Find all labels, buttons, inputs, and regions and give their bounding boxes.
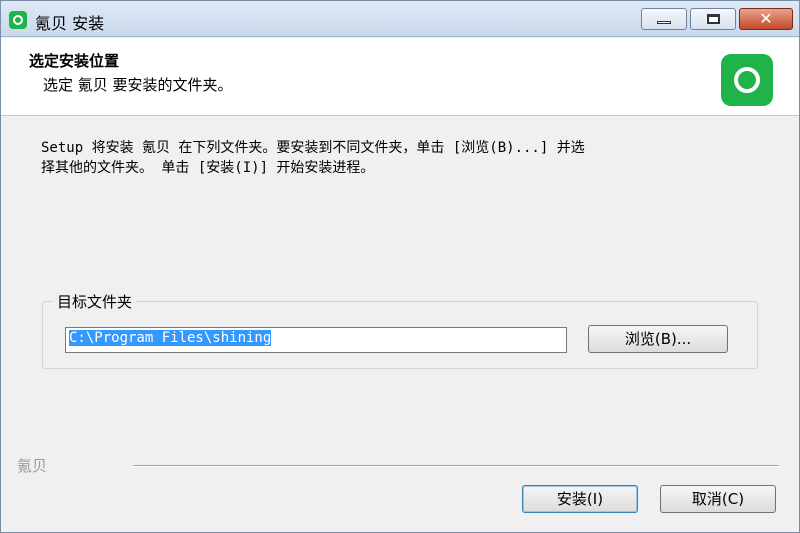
maximize-button[interactable] [690, 8, 736, 30]
browse-button[interactable]: 浏览(B)... [588, 325, 728, 353]
window-title: 氪贝 安装 [35, 14, 105, 33]
instructions-text: Setup 将安装 氪贝 在下列文件夹。要安装到不同文件夹，单击 [浏览(B).… [41, 140, 585, 176]
install-button[interactable]: 安装(I) [522, 485, 638, 513]
destination-path-input[interactable]: C:\Program Files\shining [65, 327, 567, 353]
cancel-button[interactable]: 取消(C) [660, 485, 776, 513]
minimize-icon [657, 21, 671, 24]
title-bar[interactable]: 氪贝 安装 ✕ [1, 1, 799, 37]
minimize-button[interactable] [641, 8, 687, 30]
destination-path-value: C:\Program Files\shining [69, 330, 272, 346]
page-header: 选定安装位置 选定 氪贝 要安装的文件夹。 [1, 38, 799, 116]
page-title: 选定安装位置 [29, 52, 120, 70]
close-button[interactable]: ✕ [739, 8, 793, 30]
page-subtitle: 选定 氪贝 要安装的文件夹。 [43, 76, 233, 94]
app-icon [9, 11, 27, 29]
close-icon: ✕ [759, 9, 773, 28]
maximize-icon [707, 14, 720, 24]
destination-folder-label: 目标文件夹 [53, 291, 137, 312]
footer-divider [133, 465, 779, 467]
installer-window: 氪贝 安装 ✕ 选定安装位置 选定 氪贝 要安装的文件夹。 Setup 将安装 … [0, 0, 800, 533]
app-logo-icon [721, 54, 773, 106]
brand-footer-text: 氪贝 [17, 457, 48, 475]
